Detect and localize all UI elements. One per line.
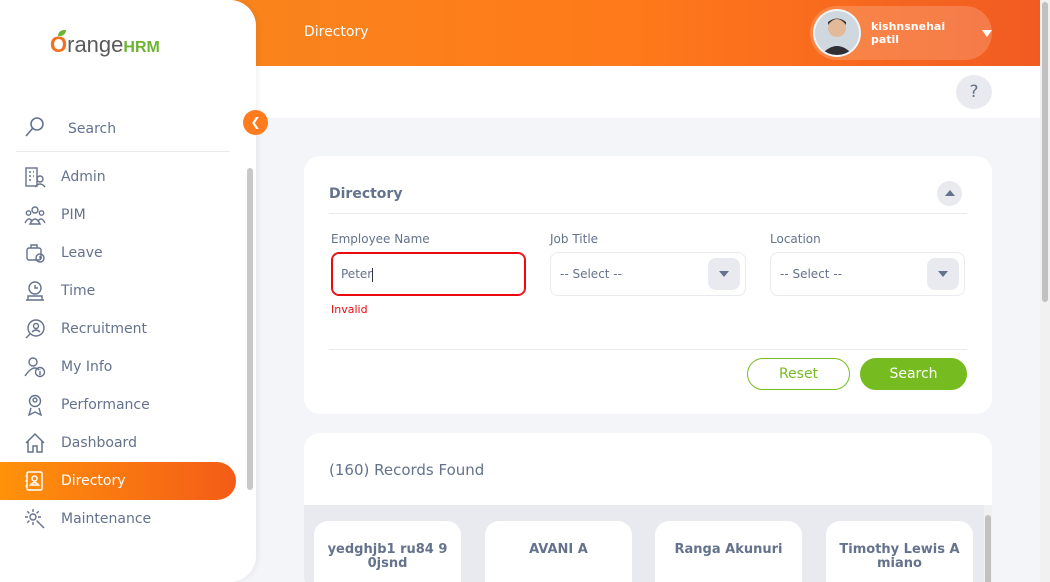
leave-icon bbox=[22, 240, 48, 266]
reset-button[interactable]: Reset bbox=[747, 358, 850, 390]
text-cursor bbox=[372, 267, 374, 282]
sidebar-item-recruitment[interactable]: Recruitment bbox=[0, 310, 236, 348]
user-avatar[interactable] bbox=[813, 9, 861, 57]
records-found: (160) Records Found bbox=[329, 461, 485, 479]
collapse-sidebar-button[interactable]: ❮ bbox=[243, 110, 268, 135]
employee-name: Ranga Akunuri bbox=[674, 542, 783, 557]
sidebar-item-label: Leave bbox=[61, 245, 103, 261]
employee-card[interactable]: Ranga Akunuri bbox=[655, 521, 802, 582]
sidebar-item-label: PIM bbox=[61, 207, 86, 223]
employee-card[interactable]: yedghjb1 ru84 9 0jsnd bbox=[314, 521, 461, 582]
filter-title: Directory bbox=[329, 186, 403, 202]
sub-header bbox=[256, 66, 1040, 118]
main-menu: Admin PIM Leave Time Recruitment My Info… bbox=[0, 158, 246, 538]
time-icon bbox=[22, 278, 48, 304]
sidebar-item-label: Admin bbox=[61, 169, 106, 185]
admin-icon bbox=[22, 164, 48, 190]
orangehrm-logo: OrangeHRM bbox=[50, 32, 160, 57]
sidebar-item-maintenance[interactable]: Maintenance bbox=[0, 500, 236, 538]
page-scrollbar[interactable] bbox=[1040, 0, 1050, 582]
sidebar-item-label: Time bbox=[61, 283, 96, 299]
sidebar-item-dashboard[interactable]: Dashboard bbox=[0, 424, 236, 462]
divider bbox=[329, 349, 967, 350]
employee-cards-area: yedghjb1 ru84 9 0jsnd AVANI A Ranga Akun… bbox=[304, 505, 992, 582]
chevron-down-icon[interactable] bbox=[982, 29, 992, 37]
my-info-icon bbox=[22, 354, 48, 380]
sidebar-item-leave[interactable]: Leave bbox=[0, 234, 236, 272]
sidebar-scrollbar-thumb[interactable] bbox=[247, 168, 253, 490]
pim-icon bbox=[22, 202, 48, 228]
search-icon bbox=[24, 116, 46, 142]
sidebar-search[interactable]: Search bbox=[16, 106, 230, 152]
collapse-filter-button[interactable] bbox=[937, 181, 962, 206]
chevron-down-icon[interactable] bbox=[927, 258, 959, 290]
directory-icon bbox=[22, 468, 48, 494]
sidebar-item-my-info[interactable]: My Info bbox=[0, 348, 236, 386]
results-scrollbar[interactable] bbox=[984, 505, 992, 582]
sidebar: OrangeHRM Search Admin PIM Leave Time Re… bbox=[0, 0, 256, 582]
search-button[interactable]: Search bbox=[860, 358, 967, 390]
employee-name-value: Peter bbox=[341, 267, 373, 281]
sidebar-item-label: Maintenance bbox=[61, 511, 152, 527]
sidebar-item-label: My Info bbox=[61, 359, 113, 375]
directory-filter-card: Directory Employee Name Peter Invalid Jo… bbox=[304, 156, 992, 414]
help-button[interactable]: ? bbox=[956, 75, 992, 109]
sidebar-item-performance[interactable]: Performance bbox=[0, 386, 236, 424]
employee-name-error: Invalid bbox=[331, 303, 368, 316]
sidebar-item-pim[interactable]: PIM bbox=[0, 196, 236, 234]
job-title-value: -- Select -- bbox=[560, 267, 622, 281]
chevron-left-icon: ❮ bbox=[250, 115, 261, 129]
sidebar-item-label: Directory bbox=[61, 473, 126, 489]
employee-name: Timothy Lewis A miano bbox=[839, 542, 960, 571]
sidebar-item-directory[interactable]: Directory bbox=[0, 462, 236, 500]
sidebar-search-label: Search bbox=[68, 120, 117, 137]
sidebar-item-time[interactable]: Time bbox=[0, 272, 236, 310]
page-scrollbar-thumb[interactable] bbox=[1042, 2, 1048, 302]
job-title-select[interactable]: -- Select -- bbox=[550, 252, 746, 296]
employee-card[interactable]: Timothy Lewis A miano bbox=[826, 521, 973, 582]
employee-card[interactable]: AVANI A bbox=[485, 521, 632, 582]
sidebar-scrollbar[interactable] bbox=[246, 160, 254, 550]
employee-name-input[interactable]: Peter bbox=[331, 252, 526, 296]
results-scrollbar-thumb[interactable] bbox=[985, 515, 991, 582]
chevron-down-icon[interactable] bbox=[708, 258, 740, 290]
recruitment-icon bbox=[22, 316, 48, 342]
employee-name: yedghjb1 ru84 9 0jsnd bbox=[327, 542, 448, 571]
user-name: kishnsnehai patil bbox=[870, 20, 946, 46]
results-card: (160) Records Found yedghjb1 ru84 9 0jsn… bbox=[304, 433, 992, 582]
sidebar-item-admin[interactable]: Admin bbox=[0, 158, 236, 196]
location-value: -- Select -- bbox=[780, 267, 842, 281]
sidebar-item-label: Dashboard bbox=[61, 435, 137, 451]
sidebar-item-label: Recruitment bbox=[61, 321, 148, 337]
dashboard-icon bbox=[22, 430, 48, 456]
divider bbox=[329, 213, 967, 214]
location-label: Location bbox=[770, 232, 821, 246]
sidebar-item-label: Performance bbox=[61, 397, 150, 413]
location-select[interactable]: -- Select -- bbox=[770, 252, 965, 296]
employee-name-label: Employee Name bbox=[331, 232, 430, 246]
employee-name: AVANI A bbox=[529, 542, 588, 557]
job-title-label: Job Title bbox=[550, 232, 599, 246]
user-dropdown[interactable]: kishnsnehai patil bbox=[810, 6, 992, 60]
maintenance-icon bbox=[22, 506, 48, 532]
performance-icon bbox=[22, 392, 48, 418]
page-title: Directory bbox=[304, 24, 369, 40]
